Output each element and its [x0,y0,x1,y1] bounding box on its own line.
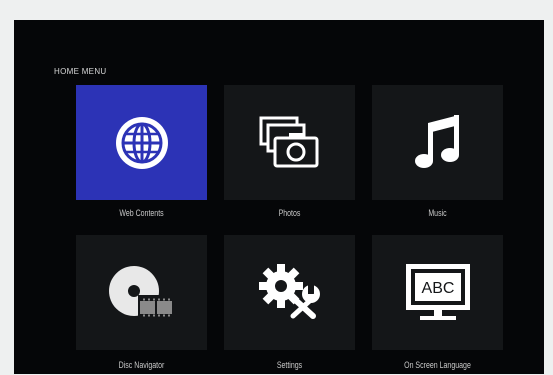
tile-label-on-screen-language: On Screen Language [404,360,471,370]
tile-photos[interactable] [224,85,355,200]
menu-title: HOME MENU [54,67,107,76]
tile-label-photos: Photos [278,208,301,218]
tile-music[interactable] [372,85,503,200]
globe-icon [115,116,168,169]
disc-icon [108,265,174,319]
tile-label-disc-navigator: Disc Navigator [118,360,165,370]
tile-label-music: Music [428,208,447,218]
photos-icon [259,116,318,167]
tile-label-settings: Settings [276,360,303,370]
tv-abc-icon: ABC [405,263,470,320]
tile-web-contents[interactable] [76,85,207,200]
tile-disc-navigator[interactable] [76,235,207,350]
abc-text: ABC [421,280,454,297]
tv-screen: HOME MENU Web Contents Photos Music Disc… [14,20,544,374]
tile-on-screen-language[interactable]: ABC [372,235,503,350]
tile-label-web-contents: Web Contents [119,208,164,218]
tile-settings[interactable] [224,235,355,350]
gear-wrench-icon [258,263,320,319]
music-note-icon [414,114,459,168]
